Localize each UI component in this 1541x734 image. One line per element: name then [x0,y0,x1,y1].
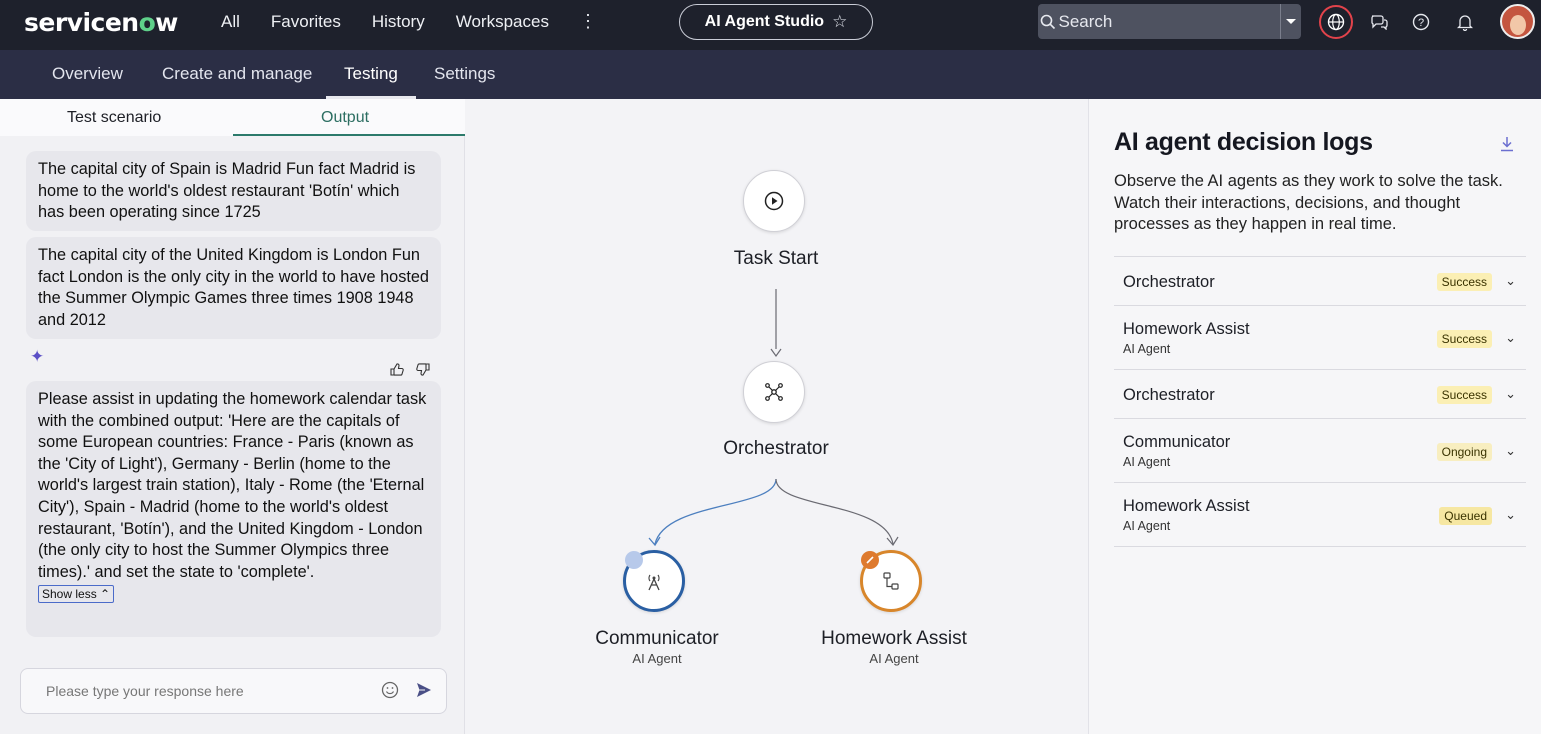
test-panel-tabs: Test scenario Output [0,99,465,136]
message-text: Please assist in updating the homework c… [38,390,427,581]
download-icon[interactable] [1499,135,1517,153]
search-input[interactable] [1058,4,1280,39]
log-row[interactable]: Homework Assist AI Agent Queued ⌄ [1114,482,1526,547]
decision-logs-panel: AI agent decision logs Observe the AI ag… [1088,99,1541,734]
response-composer [20,668,447,714]
arrowhead [648,536,661,547]
chat-icon[interactable] [1368,11,1390,33]
app-title-pill[interactable]: AI Agent Studio ☆ [679,4,873,40]
chevron-down-icon [1285,18,1296,24]
node-label: Task Start [733,248,819,269]
arrowhead [770,348,782,358]
chevron-down-icon[interactable]: ⌄ [1505,273,1516,289]
status-badge: Queued [1439,507,1492,525]
tab-overview[interactable]: Overview [52,64,123,84]
workflow-icon [883,572,899,590]
chevron-down-icon[interactable]: ⌄ [1505,330,1516,346]
log-agent-type: AI Agent [1123,342,1171,356]
help-icon[interactable]: ? [1410,11,1432,33]
output-message-expanded: Please assist in updating the homework c… [26,381,441,637]
nav-all[interactable]: All [221,12,240,32]
global-search [1038,4,1301,39]
status-badge: Success [1436,330,1492,348]
ai-sparkle-icon: ✦ [30,347,45,366]
show-less-label: Show less [42,587,97,602]
kebab-icon[interactable]: ⋮ [579,11,597,32]
nav-workspaces[interactable]: Workspaces [456,12,549,32]
log-agent-type: AI Agent [1123,519,1171,533]
tab-settings[interactable]: Settings [434,64,495,84]
top-bar: servicenow All Favorites History Workspa… [0,0,1541,50]
nav-favorites[interactable]: Favorites [271,12,341,32]
node-label: Communicator [595,628,719,649]
node-orchestrator[interactable] [743,361,805,423]
panel-description: Observe the AI agents as they work to so… [1114,172,1503,233]
node-sublabel: AI Agent [632,651,682,666]
globe-icon[interactable] [1319,5,1353,39]
output-message: The capital city of the United Kingdom i… [26,237,441,339]
chevron-down-icon[interactable]: ⌄ [1505,386,1516,402]
blocked-icon [861,551,879,569]
antenna-icon [648,574,660,591]
search-icon [1038,14,1059,30]
node-sublabel: AI Agent [869,651,919,666]
chevron-down-icon[interactable]: ⌄ [1505,507,1516,523]
user-avatar[interactable] [1500,4,1535,39]
orchestrator-icon [765,383,783,401]
tab-output[interactable]: Output [321,109,369,127]
log-agent-name: Communicator [1123,433,1231,451]
play-icon [764,191,784,211]
thumbs-up-icon[interactable] [390,363,404,379]
log-agent-name: Orchestrator [1123,273,1215,291]
edge-orchestrator-homework [775,478,894,545]
chevron-up-icon: ⌃ [100,587,111,602]
log-agent-name: Homework Assist [1123,497,1250,515]
bell-icon[interactable] [1454,11,1476,33]
node-label: Homework Assist [821,628,967,649]
log-row[interactable]: Homework Assist AI Agent Success ⌄ [1114,305,1526,369]
search-scope-dropdown[interactable] [1279,4,1302,39]
tab-testing[interactable]: Testing [344,64,398,84]
agent-flow-canvas: Task Start Orchestrator Communicator AI … [465,99,1088,734]
node-label: Orchestrator [723,438,829,459]
message-text: The capital city of Spain is Madrid Fun … [38,160,416,222]
status-badge: Success [1436,386,1492,404]
status-badge: Success [1436,273,1492,291]
send-icon[interactable] [415,681,435,701]
log-agent-type: AI Agent [1123,455,1171,469]
log-row[interactable]: Communicator AI Agent Ongoing ⌄ [1114,418,1526,482]
log-row[interactable]: Orchestrator Success ⌄ [1114,256,1526,305]
status-badge: Ongoing [1436,443,1492,461]
show-less-button[interactable]: Show less ⌃ [38,585,115,604]
servicenow-logo[interactable]: servicenow [24,8,178,37]
tab-test-scenario[interactable]: Test scenario [67,109,161,127]
emoji-icon[interactable] [381,681,401,701]
app-title: AI Agent Studio [704,13,825,30]
star-icon[interactable]: ☆ [832,12,847,32]
thumbs-down-icon[interactable] [416,363,430,379]
test-panel: Test scenario Output The capital city of… [0,99,465,734]
chevron-down-icon[interactable]: ⌄ [1505,443,1516,459]
progress-dot [625,551,643,569]
svg-text:?: ? [1418,17,1424,29]
tab-create-and-manage[interactable]: Create and manage [162,64,312,84]
response-input[interactable] [46,669,366,713]
edge-orchestrator-communicator [654,478,777,545]
app-subnav: Overview Create and manage Testing Setti… [0,50,1541,99]
panel-title: AI agent decision logs [1114,128,1373,156]
output-message: The capital city of Spain is Madrid Fun … [26,151,441,231]
top-nav: All Favorites History Workspaces [221,12,580,32]
nav-history[interactable]: History [372,12,425,32]
log-row[interactable]: Orchestrator Success ⌄ [1114,369,1526,418]
log-agent-name: Homework Assist [1123,320,1250,338]
node-task-start[interactable] [743,170,805,232]
output-tab-indicator [233,134,465,136]
message-text: The capital city of the United Kingdom i… [38,246,429,329]
log-agent-name: Orchestrator [1123,386,1215,404]
